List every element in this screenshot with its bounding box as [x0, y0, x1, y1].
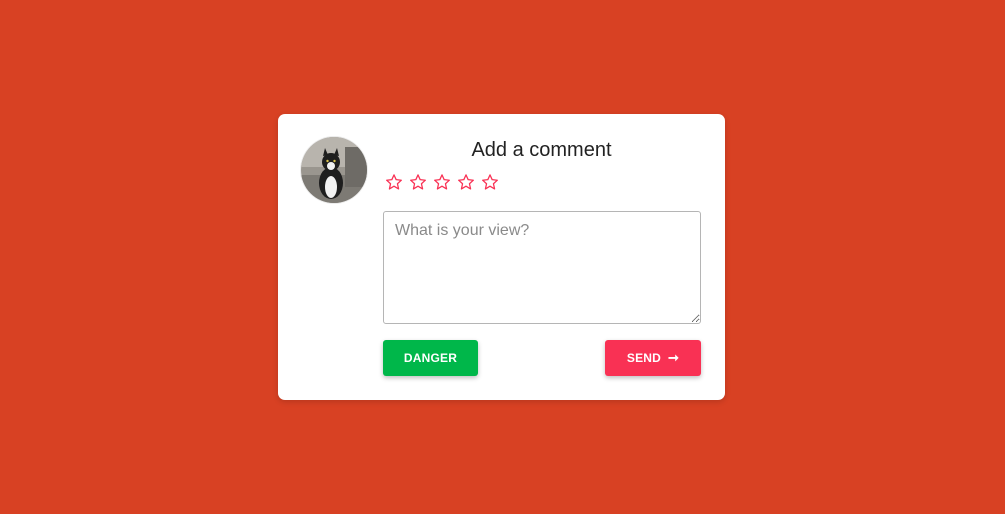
- star-icon[interactable]: [433, 173, 451, 191]
- cat-avatar-icon: [301, 137, 367, 203]
- comment-textarea[interactable]: [383, 211, 701, 324]
- avatar: [301, 137, 367, 203]
- send-button[interactable]: SEND ➞: [605, 340, 701, 376]
- arrow-right-icon: ➞: [668, 350, 680, 365]
- card-title: Add a comment: [471, 139, 612, 161]
- star-icon[interactable]: [409, 173, 427, 191]
- comment-card: Add a comment DANGER SEND ➞: [278, 114, 725, 400]
- star-icon[interactable]: [457, 173, 475, 191]
- star-icon[interactable]: [385, 173, 403, 191]
- danger-button-label: DANGER: [403, 351, 458, 365]
- send-button-label: SEND: [626, 351, 662, 365]
- danger-button[interactable]: DANGER: [383, 340, 478, 376]
- star-icon[interactable]: [481, 173, 499, 191]
- star-rating: [385, 173, 499, 191]
